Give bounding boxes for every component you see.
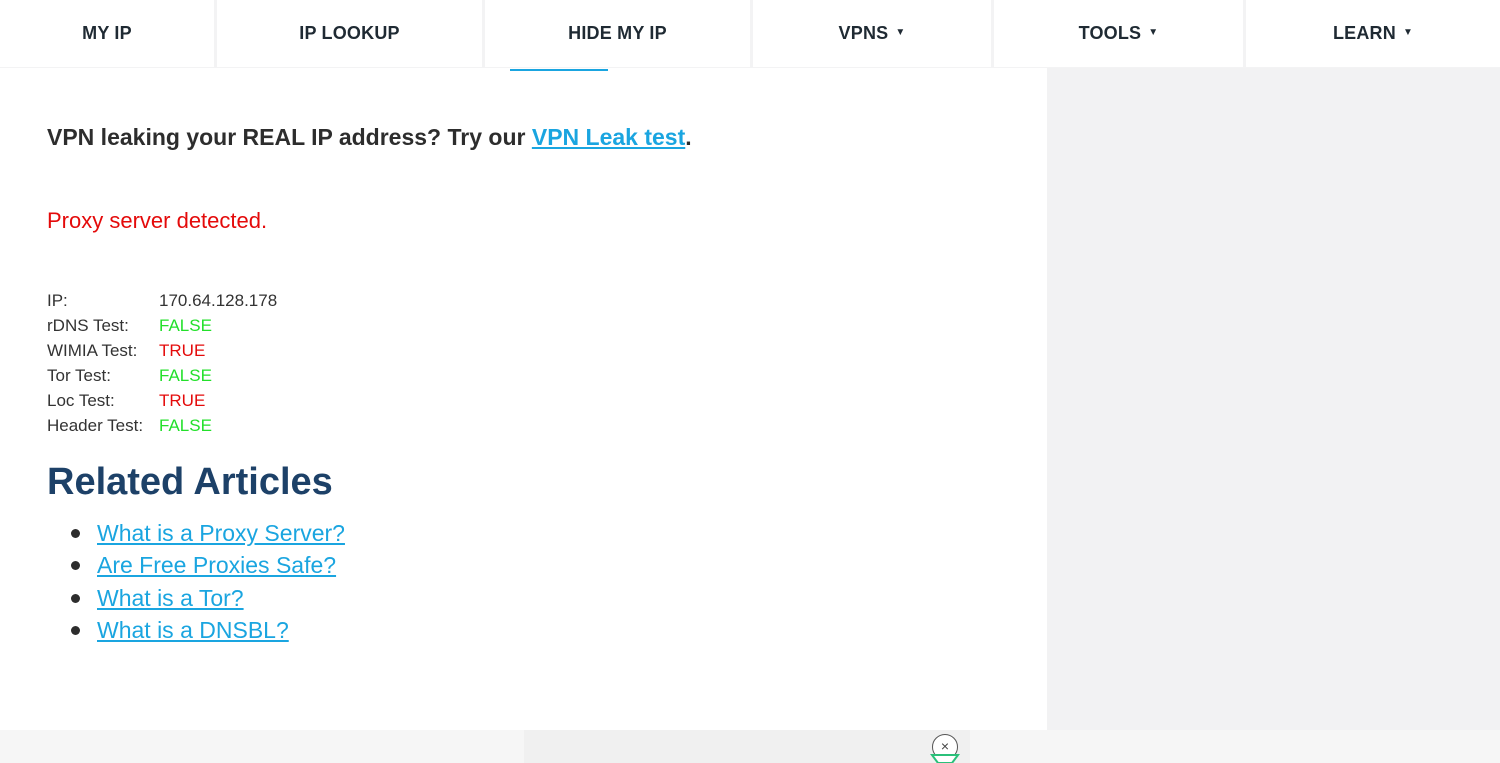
- caret-down-icon: ▼: [1402, 27, 1414, 38]
- nav-label: TOOLS: [1078, 23, 1142, 43]
- nav-label: IP LOOKUP: [299, 23, 400, 43]
- related-articles-list: What is a Proxy Server? Are Free Proxies…: [71, 517, 345, 646]
- leak-text: VPN leaking your REAL IP address? Try ou…: [47, 124, 532, 150]
- related-link-free-proxies[interactable]: Are Free Proxies Safe?: [97, 552, 336, 578]
- related-link-proxy-server[interactable]: What is a Proxy Server?: [97, 520, 345, 546]
- result-value: TRUE: [159, 341, 206, 360]
- result-value: FALSE: [159, 416, 212, 435]
- main-content: VPN leaking your REAL IP address? Try ou…: [0, 68, 1047, 730]
- ad-bar: [0, 730, 1500, 763]
- caret-down-icon: ▼: [895, 27, 906, 38]
- list-item: What is a Proxy Server?: [71, 517, 345, 549]
- related-articles-heading: Related Articles: [47, 461, 333, 503]
- proxy-test-results: IP: 170.64.128.178 rDNS Test: FALSE WIMIA …: [47, 288, 277, 438]
- result-row: Tor Test: FALSE: [47, 363, 277, 388]
- result-label: rDNS Test:: [47, 316, 129, 335]
- result-label: Tor Test:: [47, 366, 111, 385]
- result-row: Header Test: FALSE: [47, 413, 277, 438]
- result-row: rDNS Test: FALSE: [47, 313, 277, 338]
- nav-my-ip[interactable]: MY IP: [0, 0, 214, 67]
- list-item: What is a DNSBL?: [71, 614, 345, 646]
- result-label: Loc Test:: [47, 391, 115, 410]
- result-row: Loc Test: TRUE: [47, 388, 277, 413]
- caret-down-icon: ▼: [1148, 27, 1159, 38]
- nav-label: MY IP: [82, 23, 132, 43]
- nav-tools[interactable]: TOOLS ▼: [994, 0, 1243, 67]
- result-label: IP:: [47, 291, 68, 310]
- cut-off-link[interactable]: [510, 68, 608, 71]
- result-value: FALSE: [159, 366, 212, 385]
- nav-label: VPNS: [838, 23, 889, 43]
- ad-badge-icon: [930, 754, 960, 763]
- result-row: IP: 170.64.128.178: [47, 288, 277, 313]
- proxy-status: Proxy server detected.: [47, 208, 268, 233]
- nav-learn[interactable]: LEARN ▼: [1246, 0, 1500, 67]
- nav-hide-my-ip[interactable]: HIDE MY IP: [485, 0, 750, 67]
- related-link-tor[interactable]: What is a Tor?: [97, 585, 244, 611]
- related-link-dnsbl[interactable]: What is a DNSBL?: [97, 617, 289, 643]
- list-item: What is a Tor?: [71, 582, 345, 614]
- sidebar: [1047, 68, 1500, 730]
- vpn-leak-promo: VPN leaking your REAL IP address? Try ou…: [47, 124, 692, 151]
- leak-suffix: .: [685, 124, 692, 150]
- result-row: WIMIA Test: TRUE: [47, 338, 277, 363]
- result-label: WIMIA Test:: [47, 341, 138, 360]
- nav-ip-lookup[interactable]: IP LOOKUP: [217, 0, 482, 67]
- result-value: 170.64.128.178: [159, 291, 278, 310]
- top-navigation: MY IP IP LOOKUP HIDE MY IP VPNS ▼ TOOLS ▼ …: [0, 0, 1500, 68]
- result-value: FALSE: [159, 316, 212, 335]
- vpn-leak-test-link[interactable]: VPN Leak test: [532, 124, 685, 150]
- ad-slot[interactable]: [524, 730, 970, 763]
- result-value: TRUE: [159, 391, 206, 410]
- nav-vpns[interactable]: VPNS ▼: [753, 0, 991, 67]
- result-label: Header Test:: [47, 416, 144, 435]
- nav-label: HIDE MY IP: [568, 23, 667, 43]
- list-item: Are Free Proxies Safe?: [71, 549, 345, 581]
- nav-label: LEARN: [1332, 23, 1396, 43]
